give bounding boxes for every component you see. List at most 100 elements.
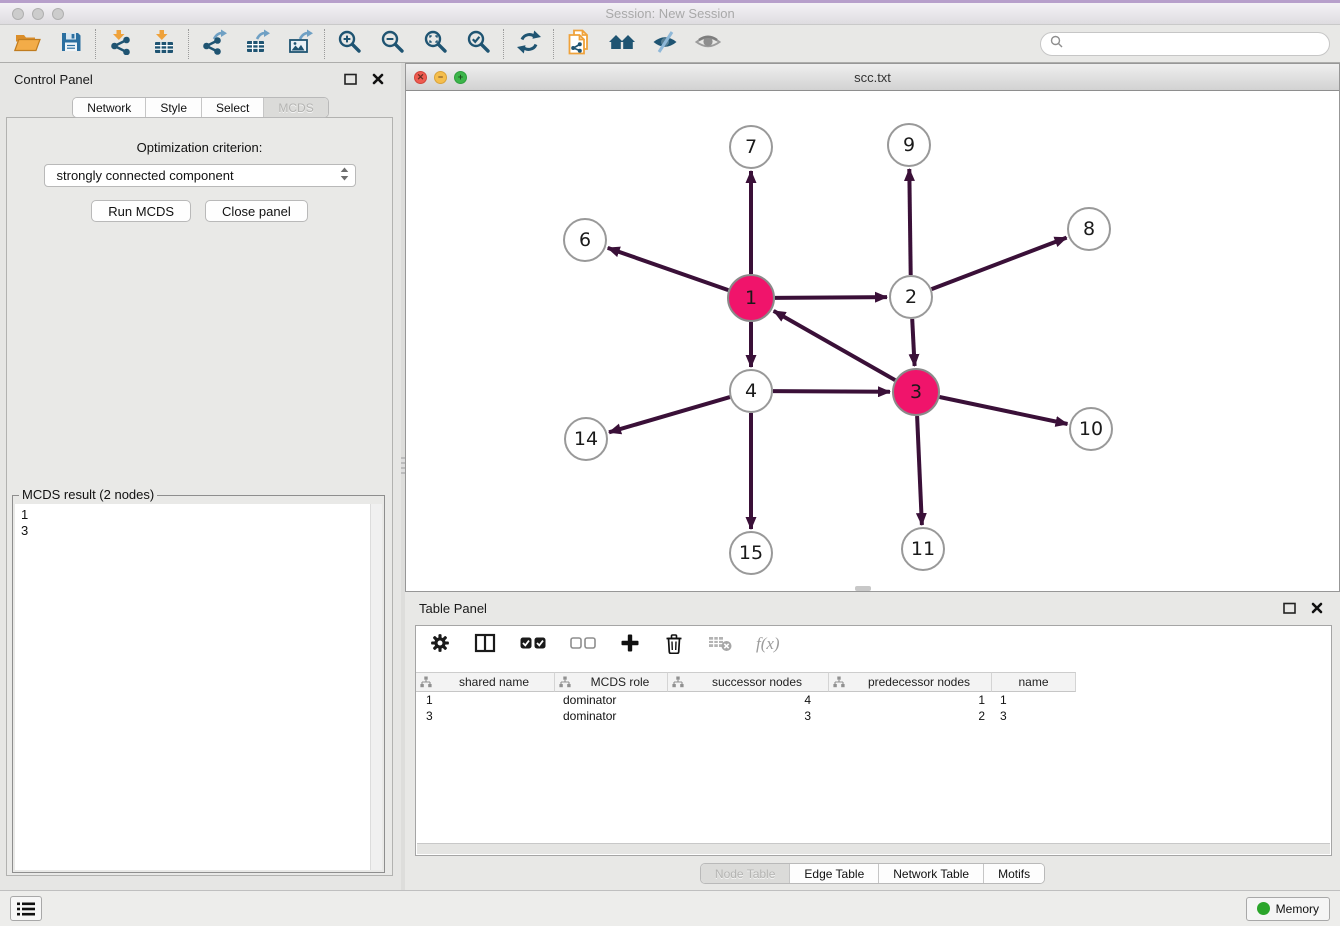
tab-network-table[interactable]: Network Table xyxy=(878,864,983,883)
export-network-button[interactable] xyxy=(192,27,235,61)
column-header-name[interactable]: name xyxy=(992,672,1076,692)
graph-node-11[interactable]: 11 xyxy=(902,528,944,570)
settings-button[interactable] xyxy=(430,633,450,656)
tab-style[interactable]: Style xyxy=(145,98,201,117)
tab-edge-table[interactable]: Edge Table xyxy=(789,864,878,883)
show-graphics-details-button[interactable] xyxy=(686,27,729,61)
column-header-MCDS-role[interactable]: MCDS role xyxy=(555,672,668,692)
graph-node-4[interactable]: 4 xyxy=(730,370,772,412)
import-table-button[interactable] xyxy=(142,27,185,61)
table-row[interactable]: 3dominator323 xyxy=(416,708,1331,724)
column-header-shared-name[interactable]: shared name xyxy=(416,672,555,692)
zoom-in-button[interactable] xyxy=(328,27,371,61)
function-builder-button[interactable]: f(x) xyxy=(756,634,780,654)
graph-edge-4-14[interactable] xyxy=(609,397,730,432)
import-network-button[interactable] xyxy=(99,27,142,61)
graph-edge-2-3[interactable] xyxy=(912,319,914,366)
graph-edge-3-1[interactable] xyxy=(774,311,896,380)
close-panel-button-mcds[interactable]: Close panel xyxy=(205,200,308,222)
graph-edge-4-3[interactable] xyxy=(773,391,890,392)
graph-node-label: 6 xyxy=(579,229,591,251)
graph-node-label: 3 xyxy=(910,381,922,403)
task-history-button[interactable] xyxy=(10,896,42,921)
graph-edge-3-11[interactable] xyxy=(917,416,922,525)
float-table-panel-button[interactable] xyxy=(1280,599,1298,617)
refresh-layout-button[interactable] xyxy=(507,27,550,61)
tab-select[interactable]: Select xyxy=(201,98,263,117)
select-all-button[interactable] xyxy=(520,636,546,653)
graph-node-6[interactable]: 6 xyxy=(564,219,606,261)
graph-node-9[interactable]: 9 xyxy=(888,124,930,166)
tab-mcds[interactable]: MCDS xyxy=(263,98,327,117)
export-image-icon xyxy=(287,29,313,58)
tab-network[interactable]: Network xyxy=(73,98,145,117)
mcds-result-scrollbar[interactable] xyxy=(370,504,382,870)
export-image-button[interactable] xyxy=(278,27,321,61)
network-canvas[interactable]: 1 2 3 4 6 7 8 9 10 11 14 15 xyxy=(406,91,1339,591)
table-cell[interactable]: 4 xyxy=(668,693,829,707)
graph-node-14[interactable]: 14 xyxy=(565,418,607,460)
graph-edge-3-10[interactable] xyxy=(940,397,1068,424)
import-network-icon xyxy=(108,29,134,58)
delete-row-button[interactable] xyxy=(664,632,684,657)
zoom-fit-button[interactable] xyxy=(414,27,457,61)
save-session-button[interactable] xyxy=(49,27,92,61)
home-button[interactable] xyxy=(600,27,643,61)
search-input[interactable] xyxy=(1069,37,1320,51)
hide-graphics-details-button[interactable] xyxy=(643,27,686,61)
float-panel-button[interactable] xyxy=(341,70,359,88)
table-horizontal-scrollbar[interactable] xyxy=(417,843,1330,854)
table-cell[interactable]: dominator xyxy=(555,709,668,723)
zoom-selected-button[interactable] xyxy=(457,27,500,61)
mcds-result-text[interactable]: 13 xyxy=(15,504,382,870)
table-cell[interactable]: 3 xyxy=(416,709,555,723)
network-resize-grip[interactable] xyxy=(855,586,871,591)
network-file-button[interactable] xyxy=(557,27,600,61)
graph-edge-2-9[interactable] xyxy=(909,169,910,275)
graph-node-7[interactable]: 7 xyxy=(730,126,772,168)
close-table-panel-button[interactable] xyxy=(1308,599,1326,617)
column-header-predecessor-nodes[interactable]: predecessor nodes xyxy=(829,672,992,692)
table-cell[interactable]: 1 xyxy=(416,693,555,707)
window-title: Session: New Session xyxy=(0,6,1340,21)
graph-edge-1-6[interactable] xyxy=(608,248,729,290)
graph-node-8[interactable]: 8 xyxy=(1068,208,1110,250)
column-header-successor-nodes[interactable]: successor nodes xyxy=(668,672,829,692)
graph-node-1[interactable]: 1 xyxy=(728,275,774,321)
graph-edge-2-8[interactable] xyxy=(932,238,1067,290)
memory-indicator-dot xyxy=(1257,902,1270,915)
table-cell[interactable]: dominator xyxy=(555,693,668,707)
memory-button[interactable]: Memory xyxy=(1246,897,1330,921)
graph-node-3[interactable]: 3 xyxy=(893,369,939,415)
graph-node-10[interactable]: 10 xyxy=(1070,408,1112,450)
deselect-all-button[interactable] xyxy=(570,636,596,653)
table-panel: Table Panel f(x) shared nameMCDS rolesuc… xyxy=(405,592,1340,890)
table-row[interactable]: 1dominator411 xyxy=(416,692,1331,708)
delete-table-button[interactable] xyxy=(708,634,732,655)
graph-node-2[interactable]: 2 xyxy=(890,276,932,318)
zoom-out-button[interactable] xyxy=(371,27,414,61)
search-field[interactable] xyxy=(1040,32,1330,56)
open-file-button[interactable] xyxy=(6,27,49,61)
delete-table-icon xyxy=(708,634,732,655)
tab-node-table[interactable]: Node Table xyxy=(701,864,790,883)
tab-motifs[interactable]: Motifs xyxy=(983,864,1044,883)
import-table-icon xyxy=(151,29,177,58)
save-session-icon xyxy=(59,30,83,57)
network-window: ✕ − + scc.txt 1234678910111415 xyxy=(405,63,1340,592)
titlebar: Session: New Session xyxy=(0,0,1340,25)
table-cell[interactable]: 1 xyxy=(829,693,992,707)
optimization-criterion-select[interactable]: strongly connected component xyxy=(44,164,356,187)
export-table-button[interactable] xyxy=(235,27,278,61)
close-panel-button[interactable] xyxy=(369,70,387,88)
table-cell[interactable]: 3 xyxy=(992,709,1076,723)
graph-node-15[interactable]: 15 xyxy=(730,532,772,574)
table-cell[interactable]: 3 xyxy=(668,709,829,723)
graph-node-label: 11 xyxy=(911,538,935,560)
add-row-button[interactable] xyxy=(620,633,640,656)
graph-edge-1-2[interactable] xyxy=(775,297,887,298)
run-mcds-button[interactable]: Run MCDS xyxy=(91,200,191,222)
table-cell[interactable]: 1 xyxy=(992,693,1076,707)
split-view-button[interactable] xyxy=(474,633,496,656)
table-cell[interactable]: 2 xyxy=(829,709,992,723)
